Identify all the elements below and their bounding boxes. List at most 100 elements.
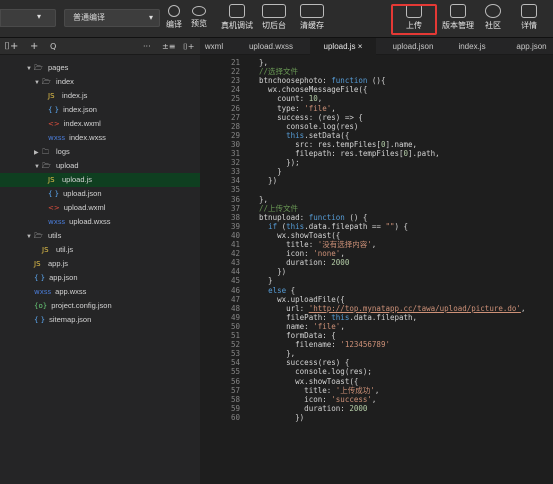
details-button[interactable]: 详情 (514, 4, 544, 34)
line-number: 23 (230, 76, 240, 86)
remote-debug-button[interactable]: 真机调试 (219, 4, 255, 34)
add-icon[interactable]: + (30, 38, 38, 55)
code-line[interactable]: //选择文件 (250, 67, 298, 76)
tree-folder-index[interactable]: ▼ 🗁 index (0, 75, 200, 89)
simulator-select[interactable]: ▾ (0, 9, 56, 27)
code-line[interactable]: wx.showToast({ (250, 377, 358, 386)
compile-button[interactable]: 编译 (162, 4, 186, 34)
tree-file-app-wxss[interactable]: wxss app.wxss (0, 285, 200, 299)
tree-file-app-json[interactable]: { } app.json (0, 271, 200, 285)
tree-folder-utils[interactable]: ▼ 🗁 utils (0, 229, 200, 243)
tree-file-index-wxml[interactable]: <> index.wxml (0, 117, 200, 131)
code-line[interactable]: }); (250, 158, 300, 167)
code-line[interactable]: else { (250, 286, 295, 295)
tab-upload-js[interactable]: upload.js × (310, 38, 376, 55)
tree-folder-pages[interactable]: ▼ 🗁 pages (0, 61, 200, 75)
tab-label: app.json (516, 42, 547, 51)
code-line[interactable]: duration: 2000 (250, 404, 367, 413)
compile-mode-select[interactable]: 普通编译 ▾ (64, 9, 160, 27)
code-line[interactable]: title: '上传成功', (250, 386, 379, 395)
code-line[interactable]: wx.showToast({ (250, 231, 340, 240)
code-line[interactable]: } (250, 167, 282, 176)
code-line[interactable]: btnchoosephoto: function (){ (250, 76, 385, 85)
code-line[interactable]: count: 10, (250, 94, 322, 103)
code-editor[interactable]: 21 }, 22 //选择文件 23 btnchoosephoto: functio… (200, 55, 553, 484)
line-number: 34 (230, 176, 240, 186)
tree-file-index-json[interactable]: { } index.json (0, 103, 200, 117)
tree-file-upload-json[interactable]: { } upload.json (0, 187, 200, 201)
tree-folder-logs[interactable]: ▶ 🗀 logs (0, 145, 200, 159)
tree-file-upload-wxss[interactable]: wxss upload.wxss (0, 215, 200, 229)
code-line[interactable]: type: 'file', (250, 104, 336, 113)
toggle-panel-icon[interactable]: ⌷+ (4, 38, 18, 55)
tree-file-index-wxss[interactable]: wxss index.wxss (0, 131, 200, 145)
compile-mode-label: 普通编译 (73, 13, 105, 22)
main-toolbar: ▾ 普通编译 ▾ 编译 预览 真机调试 切后台 清缓存 上传 版本管理 社区 详… (0, 0, 553, 38)
code-line[interactable]: wx.chooseMessageFile({ (250, 85, 367, 94)
code-line[interactable]: }, (250, 58, 268, 67)
line-number: 49 (230, 312, 240, 322)
tree-folder-upload[interactable]: ▼ 🗁 upload (0, 159, 200, 173)
search-icon[interactable]: Q (50, 38, 56, 55)
version-button[interactable]: 版本管理 (440, 4, 476, 34)
tree-file-upload-wxml[interactable]: <> upload.wxml (0, 201, 200, 215)
code-line[interactable]: icon: 'none', (250, 249, 345, 258)
code-line[interactable]: success: (res) => { (250, 113, 363, 122)
code-line[interactable]: title: '没有选择内容', (250, 240, 376, 249)
code-line[interactable]: btnupload: function () { (250, 213, 367, 222)
preview-label: 预览 (191, 19, 207, 28)
line-number: 51 (230, 331, 240, 340)
tree-file-util-js[interactable]: JS util.js (0, 243, 200, 257)
code-line[interactable]: wx.uploadFile({ (250, 295, 345, 304)
tab-index-js[interactable]: index.js (452, 38, 492, 55)
tree-label: sitemap.json (49, 315, 92, 324)
code-line[interactable]: filePath: this.data.filepath, (250, 313, 417, 322)
code-line[interactable]: success(res) { (250, 358, 349, 367)
code-line[interactable]: this.setData({ (250, 131, 349, 140)
code-line[interactable]: }, (250, 195, 268, 204)
close-icon[interactable]: × (358, 42, 363, 51)
clear-cache-button[interactable]: 清缓存 (297, 4, 327, 34)
collapse-icon[interactable]: ±≡ (162, 38, 175, 55)
tree-label: pages (48, 63, 69, 72)
code-line[interactable]: }) (250, 413, 304, 422)
code-line[interactable]: console.log(res); (250, 367, 372, 376)
tab-app-json[interactable]: app.json (510, 38, 553, 55)
code-line[interactable]: }) (250, 267, 286, 276)
preview-button[interactable]: 预览 (187, 4, 211, 34)
code-line[interactable]: formData: { (250, 331, 336, 340)
code-line[interactable]: }, (250, 349, 295, 358)
code-line[interactable]: duration: 2000 (250, 258, 349, 267)
code-line[interactable]: src: res.tempFiles[0].name, (250, 140, 417, 149)
line-number: 28 (230, 121, 240, 131)
code-line[interactable]: }) (250, 176, 277, 185)
community-button[interactable]: 社区 (479, 4, 507, 34)
tree-label: index.json (63, 105, 97, 114)
tree-label: upload.json (63, 189, 102, 198)
code-line[interactable]: url: 'http://top.mynatapp.cc/tawa/upload… (250, 304, 525, 313)
code-line[interactable]: console.log(res) (250, 122, 358, 131)
tab-upload-json[interactable]: upload.json (382, 38, 444, 55)
code-line[interactable]: if (this.data.filepath == "") { (250, 222, 408, 231)
chevron-right-icon: ▶ (34, 150, 39, 156)
tree-label: app.wxss (55, 287, 87, 296)
tree-file-index-js[interactable]: JS index.js (0, 89, 200, 103)
tab-upload-wxss[interactable]: upload.wxss (240, 38, 302, 55)
code-line[interactable]: } (250, 276, 273, 285)
code-line[interactable]: icon: 'success', (250, 395, 376, 404)
code-line[interactable]: filename: '123456789' (250, 340, 390, 349)
line-number: 58 (230, 394, 240, 404)
code-line[interactable]: filepath: res.tempFiles[0].path, (250, 149, 440, 158)
tab-wxml[interactable]: wxml (200, 38, 228, 55)
more-icon[interactable]: ··· (143, 38, 151, 55)
split-icon[interactable]: ⌷+ (183, 38, 195, 55)
tree-file-sitemap[interactable]: { } sitemap.json (0, 313, 200, 327)
cache-icon (300, 4, 324, 18)
code-line[interactable]: name: 'file', (250, 322, 345, 331)
background-button[interactable]: 切后台 (259, 4, 289, 34)
code-line[interactable]: //上传文件 (250, 204, 298, 213)
tree-file-project-config[interactable]: {o} project.config.json (0, 299, 200, 313)
tree-file-upload-js[interactable]: JS upload.js (0, 173, 200, 187)
tree-file-app-js[interactable]: JS app.js (0, 257, 200, 271)
wxss-file-icon: wxss (34, 288, 52, 296)
